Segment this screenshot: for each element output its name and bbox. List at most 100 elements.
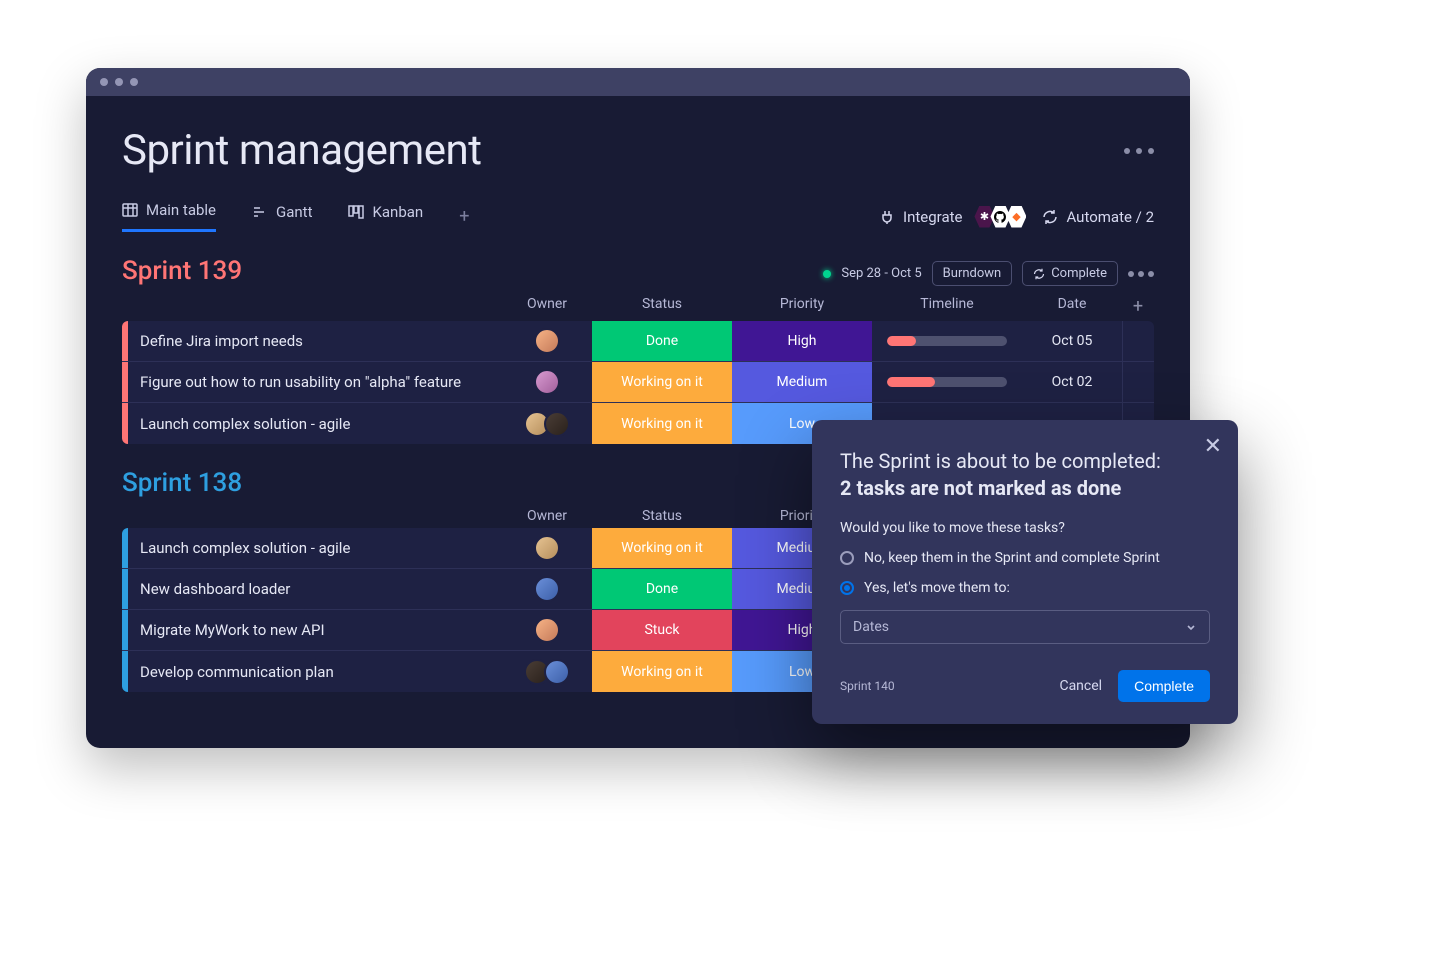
- task-name[interactable]: Define Jira import needs: [128, 332, 502, 350]
- complete-sprint-dialog: ✕ The Sprint is about to be completed: 2…: [812, 420, 1238, 724]
- col-status: Status: [592, 296, 732, 317]
- priority-cell[interactable]: High: [732, 321, 872, 361]
- dialog-title-line2: 2 tasks are not marked as done: [840, 476, 1210, 500]
- dialog-footer: Sprint 140 Cancel Complete: [840, 670, 1210, 702]
- date-cell[interactable]: Oct 02: [1022, 374, 1122, 390]
- task-name[interactable]: Migrate MyWork to new API: [128, 621, 502, 639]
- sprint-139-columns: Owner Status Priority Timeline Date +: [122, 296, 1154, 317]
- gantt-icon: [252, 204, 268, 220]
- tab-kanban[interactable]: Kanban: [348, 203, 423, 231]
- header-tools: Integrate ✱ ◆ Automate / 2: [879, 206, 1154, 228]
- owner-cell[interactable]: [502, 369, 592, 395]
- complete-button[interactable]: Complete: [1118, 670, 1210, 702]
- task-name[interactable]: Launch complex solution - agile: [128, 539, 502, 557]
- traffic-light-close[interactable]: [100, 78, 108, 86]
- avatar[interactable]: [544, 411, 570, 437]
- tab-label: Gantt: [276, 203, 312, 221]
- plug-icon: [879, 209, 895, 225]
- header-row: Sprint management: [122, 126, 1154, 175]
- col-date: Date: [1022, 296, 1122, 317]
- more-menu-icon[interactable]: [1124, 148, 1154, 154]
- table-row[interactable]: Define Jira import needs DoneHigh Oct 05: [122, 321, 1154, 362]
- avatar[interactable]: [534, 369, 560, 395]
- add-view-button[interactable]: +: [459, 206, 469, 227]
- chevron-down-icon: [1185, 621, 1197, 633]
- tab-label: Kanban: [372, 203, 423, 221]
- sprint-138-title[interactable]: Sprint 138: [122, 468, 242, 498]
- avatar[interactable]: [534, 617, 560, 643]
- row-end: [1122, 321, 1154, 361]
- option-yes-label: Yes, let's move them to:: [864, 580, 1010, 596]
- dialog-actions: Cancel Complete: [1059, 670, 1210, 702]
- add-column-button[interactable]: +: [1122, 296, 1154, 317]
- sprint-139-title[interactable]: Sprint 139: [122, 256, 242, 286]
- avatar[interactable]: [534, 576, 560, 602]
- gitlab-icon[interactable]: ◆: [1006, 206, 1026, 228]
- avatar[interactable]: [544, 659, 570, 685]
- table-row[interactable]: Figure out how to run usability on "alph…: [122, 362, 1154, 403]
- status-cell[interactable]: Done: [592, 321, 732, 361]
- sprint-139-header: Sprint 139 Sep 28 - Oct 5 Burndown Compl…: [122, 256, 1154, 286]
- kanban-icon: [348, 204, 364, 220]
- automate-icon: [1042, 209, 1058, 225]
- task-name[interactable]: Launch complex solution - agile: [128, 415, 502, 433]
- status-cell[interactable]: Working on it: [592, 403, 732, 444]
- owner-cell[interactable]: [502, 328, 592, 354]
- task-name[interactable]: Develop communication plan: [128, 663, 502, 681]
- owner-cell[interactable]: [502, 617, 592, 643]
- col-owner: Owner: [502, 508, 592, 524]
- sprint-date-range: Sep 28 - Oct 5: [841, 266, 921, 281]
- status-cell[interactable]: Working on it: [592, 651, 732, 692]
- col-priority: Priority: [732, 296, 872, 317]
- table-icon: [122, 202, 138, 218]
- timeline-cell[interactable]: [872, 377, 1022, 387]
- burndown-button[interactable]: Burndown: [932, 261, 1013, 286]
- tabs-row: Main table Gantt Kanban +: [122, 201, 1154, 232]
- select-placeholder: Dates: [853, 619, 889, 635]
- owner-cell[interactable]: [502, 535, 592, 561]
- task-name[interactable]: New dashboard loader: [128, 580, 502, 598]
- status-cell[interactable]: Working on it: [592, 362, 732, 402]
- priority-cell[interactable]: Medium: [732, 362, 872, 402]
- radio-icon: [840, 551, 854, 565]
- active-indicator-icon: [823, 270, 831, 278]
- col-owner: Owner: [502, 296, 592, 317]
- dialog-option-yes[interactable]: Yes, let's move them to:: [840, 580, 1210, 596]
- owner-cell[interactable]: [502, 576, 592, 602]
- status-cell[interactable]: Stuck: [592, 610, 732, 650]
- sprint-139-block: Sprint 139 Sep 28 - Oct 5 Burndown Compl…: [122, 256, 1154, 444]
- dialog-close-icon[interactable]: ✕: [1204, 434, 1222, 459]
- avatar[interactable]: [534, 328, 560, 354]
- radio-icon: [840, 581, 854, 595]
- tab-gantt[interactable]: Gantt: [252, 203, 312, 231]
- owner-cell[interactable]: [502, 659, 592, 685]
- integrate-button[interactable]: Integrate: [879, 208, 962, 226]
- window-titlebar: [86, 68, 1190, 96]
- tab-main-table[interactable]: Main table: [122, 201, 216, 232]
- sprint-more-icon[interactable]: [1128, 271, 1154, 277]
- dialog-hint: Sprint 140: [840, 679, 895, 693]
- dialog-option-no[interactable]: No, keep them in the Sprint and complete…: [840, 550, 1210, 566]
- complete-label: Complete: [1051, 266, 1107, 281]
- dialog-select-target[interactable]: Dates: [840, 610, 1210, 644]
- owner-cell[interactable]: [502, 411, 592, 437]
- integrate-label: Integrate: [903, 208, 962, 226]
- traffic-light-zoom[interactable]: [130, 78, 138, 86]
- timeline-cell[interactable]: [872, 336, 1022, 346]
- col-timeline: Timeline: [872, 296, 1022, 317]
- row-end: [1122, 362, 1154, 402]
- sprint-139-controls: Sep 28 - Oct 5 Burndown Complete: [823, 261, 1154, 286]
- traffic-light-minimize[interactable]: [115, 78, 123, 86]
- cancel-button[interactable]: Cancel: [1059, 678, 1102, 694]
- avatar[interactable]: [534, 535, 560, 561]
- automate-button[interactable]: Automate / 2: [1042, 208, 1154, 226]
- page-title: Sprint management: [122, 126, 481, 175]
- burndown-label: Burndown: [943, 266, 1002, 281]
- task-name[interactable]: Figure out how to run usability on "alph…: [128, 373, 502, 391]
- col-status: Status: [592, 508, 732, 524]
- date-cell[interactable]: Oct 05: [1022, 333, 1122, 349]
- automate-label: Automate / 2: [1066, 208, 1154, 226]
- complete-sprint-button[interactable]: Complete: [1022, 261, 1118, 286]
- status-cell[interactable]: Working on it: [592, 528, 732, 568]
- status-cell[interactable]: Done: [592, 569, 732, 609]
